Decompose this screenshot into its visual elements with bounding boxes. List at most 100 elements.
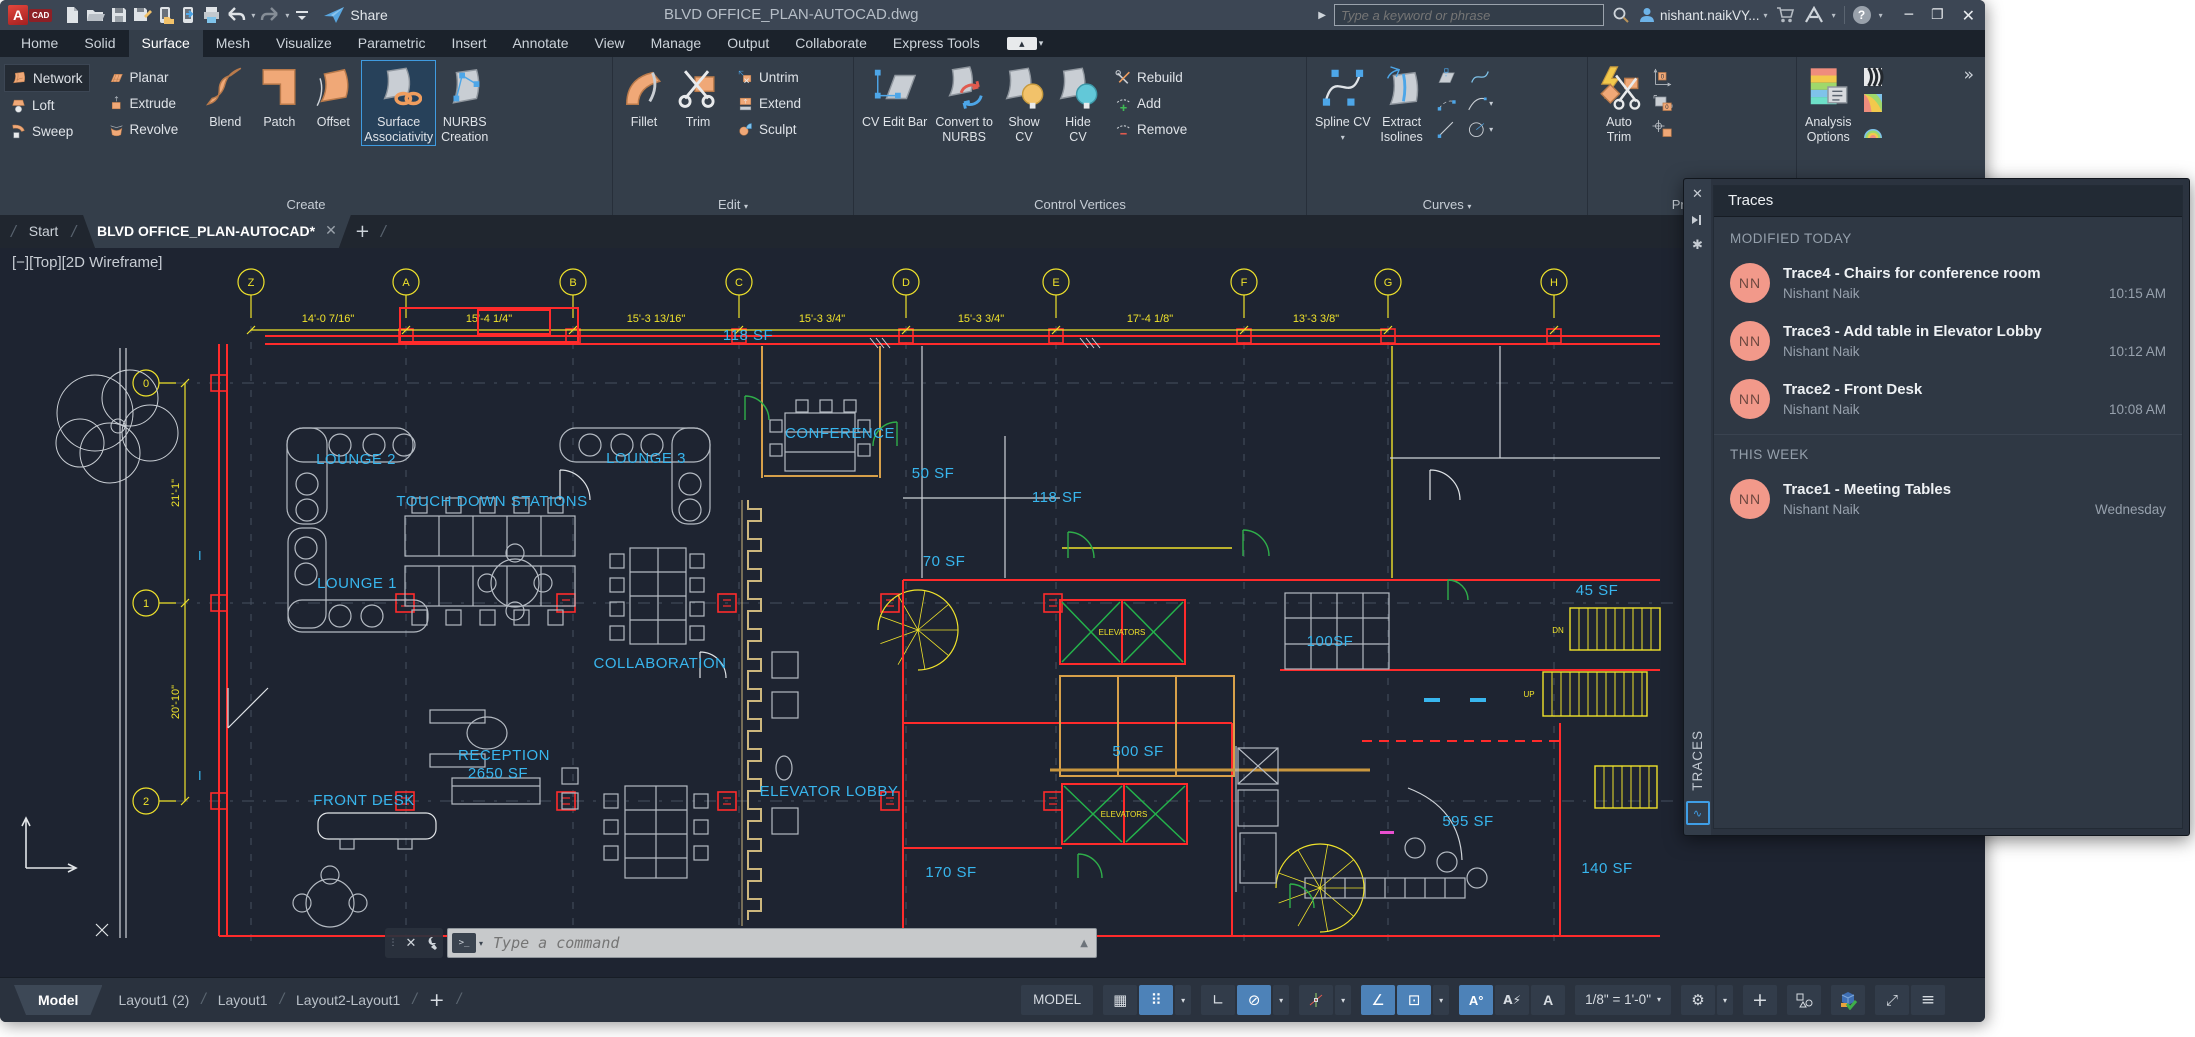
ribbon-button-rebuild[interactable]: Rebuild [1109,64,1193,90]
ribbon-button-sweep[interactable]: Sweep [4,118,90,144]
ribbon-button-blend-curve[interactable] [1435,92,1457,114]
ribbon-button-nurbs-creation[interactable]: NURBSCreation [438,60,491,145]
ribbon-button-loft[interactable]: Loft [4,92,90,118]
ribbon-button-arc[interactable]: ▾ [1466,92,1493,114]
signed-in-user[interactable]: nishant.naikVY... ▾ [1638,6,1768,24]
ortho-mode-toggle[interactable]: ∟ [1201,985,1235,1015]
ribbon-button-spline-cv[interactable]: Spline CV▾ [1312,60,1374,145]
ribbon-button-untrim[interactable]: Untrim [731,64,807,90]
annotation-visibility-toggle[interactable]: A° [1459,985,1493,1015]
object-snap-tracking-toggle[interactable]: ∠ [1361,985,1395,1015]
trace-list-item[interactable]: NNTrace2 - Front DeskNishant Naik10:08 A… [1714,370,2182,428]
layout-tab-model[interactable]: Model [14,985,102,1015]
ribbon-button-patch[interactable]: Patch [253,60,305,130]
command-input[interactable] [491,933,1080,953]
snap-dropdown-icon[interactable]: ▾ [1175,985,1191,1015]
panel-label-control-vertices[interactable]: Control Vertices [854,197,1306,215]
panel-label-edit[interactable]: Edit ▾ [613,197,853,215]
close-button[interactable]: ✕ [1962,6,1975,25]
object-snap-dropdown-icon[interactable]: ▾ [1433,985,1449,1015]
panel-label-curves[interactable]: Curves ▾ [1307,197,1587,215]
ribbon-tab-home[interactable]: Home [8,30,71,57]
help-icon[interactable]: ? [1853,6,1871,24]
polar-tracking-toggle[interactable]: ⊘ [1237,985,1271,1015]
clean-screen-icon[interactable]: ⤢ [1875,985,1909,1015]
ribbon-tab-output[interactable]: Output [714,30,782,57]
command-drag-handle[interactable]: ⋮ [389,938,399,948]
trace-list-item[interactable]: NNTrace3 - Add table in Elevator LobbyNi… [1714,312,2182,370]
open-from-web-mobile-icon[interactable] [155,5,175,25]
viewport-controls[interactable]: [−][Top][2D Wireframe] [12,254,162,271]
ribbon-button-sculpt[interactable]: Sculpt [731,116,807,142]
ribbon-button-surface-associativity[interactable]: SurfaceAssociativity [361,60,436,146]
customize-qat-icon[interactable] [293,5,311,25]
ribbon-tab-view[interactable]: View [582,30,638,57]
file-tab-close-icon[interactable]: ✕ [325,215,337,248]
palette-properties-gear-icon[interactable]: ✱ [1692,238,1703,253]
trace-list-item[interactable]: NNTrace1 - Meeting TablesNishant NaikWed… [1714,470,2182,528]
command-input-bar[interactable]: >_ ▾ ▲ [447,928,1097,958]
undo-icon[interactable] [225,5,247,25]
app-store-cart-icon[interactable] [1776,6,1796,24]
ribbon-button-planar[interactable]: Planar [102,64,185,90]
autodesk-logo-icon[interactable] [1804,6,1824,24]
layout-tab-layout1-2[interactable]: Layout1 (2) [110,985,197,1015]
help-dropdown-icon[interactable]: ▾ [1879,11,1883,20]
ribbon-tab-mesh[interactable]: Mesh [203,30,263,57]
file-tab-start[interactable]: Start [23,215,65,248]
minimize-button[interactable]: ─ [1905,7,1913,23]
ribbon-collapse-dropdown-icon[interactable]: ▾ [1039,39,1044,57]
layout-tab-layout1[interactable]: Layout1 [210,985,276,1015]
isometric-dropdown-icon[interactable]: ▾ [1335,985,1351,1015]
ribbon-tab-solid[interactable]: Solid [71,30,128,57]
search-icon[interactable] [1612,6,1630,24]
ribbon-tab-express-tools[interactable]: Express Tools [880,30,993,57]
command-close-icon[interactable]: ✕ [406,936,417,951]
ribbon-collapse-button[interactable]: ▲ [1007,37,1037,50]
ribbon-button-draft-analysis[interactable] [1861,117,1885,141]
ribbon-button-project-to-ucs[interactable] [1651,65,1675,89]
ribbon-tab-manage[interactable]: Manage [638,30,715,57]
trace-list-item[interactable]: NNTrace4 - Chairs for conference roomNis… [1714,254,2182,312]
ribbon-button-extract-isolines[interactable]: ExtractIsolines [1376,60,1428,145]
new-file-icon[interactable] [62,5,82,25]
annotation-scale-icon[interactable]: A [1531,985,1565,1015]
ribbon-tab-visualize[interactable]: Visualize [263,30,345,57]
command-history-icon[interactable]: ▲ [1080,938,1088,949]
new-drawing-tab-button[interactable]: + [355,215,370,248]
share-button[interactable]: Share [323,6,387,24]
panel-label-create[interactable]: Create [0,197,612,215]
palette-autohide-icon[interactable] [1691,214,1704,226]
ribbon-tab-annotate[interactable]: Annotate [499,30,581,57]
save-to-web-mobile-icon[interactable] [178,5,198,25]
object-isolate-icon[interactable] [1787,985,1821,1015]
ribbon-button-extrude[interactable]: Extrude [102,90,185,116]
ribbon-button-fillet[interactable]: Fillet [618,60,670,130]
autodesk-dropdown-icon[interactable]: ▾ [1832,11,1836,20]
command-customize-wrench-icon[interactable] [423,935,439,951]
customization-menu-icon[interactable]: ≡ [1911,985,1945,1015]
command-line-dock[interactable]: ⋮ ✕ [385,928,443,958]
ribbon-button-zebra-analysis[interactable] [1861,65,1885,89]
ribbon-tab-surface[interactable]: Surface [129,30,203,57]
print-icon[interactable] [201,5,222,25]
ribbon-button-convert-to-nurbs[interactable]: Convert toNURBS [932,60,996,145]
ribbon-button-analysis-options[interactable]: AnalysisOptions [1802,60,1855,145]
ribbon-button-curve-on-surface[interactable] [1435,66,1457,88]
search-input[interactable] [1335,8,1603,23]
search-expand-icon[interactable]: ▶ [1318,10,1326,21]
ribbon-button-offset[interactable]: Offset [307,60,359,130]
redo-dropdown-icon[interactable]: ▾ [285,11,289,20]
command-prompt-icon[interactable]: >_ [452,933,476,953]
app-menu-button[interactable]: A CAD [8,5,52,25]
trace-icon[interactable]: ∿ [1686,801,1710,825]
ribbon-button-hide-cv[interactable]: HideCV [1052,60,1104,145]
workspace-gear-icon[interactable]: ⚙ [1681,985,1715,1015]
polar-dropdown-icon[interactable]: ▾ [1273,985,1289,1015]
ribbon-overflow-icon[interactable]: » [1964,65,1971,85]
ribbon-tab-insert[interactable]: Insert [438,30,499,57]
ribbon-button-trim[interactable]: Trim [672,60,724,130]
save-as-icon[interactable] [132,5,152,25]
layout-tab-layout2-layout1[interactable]: Layout2-Layout1 [288,985,408,1015]
snap-mode-toggle[interactable]: ⠿ [1139,985,1173,1015]
